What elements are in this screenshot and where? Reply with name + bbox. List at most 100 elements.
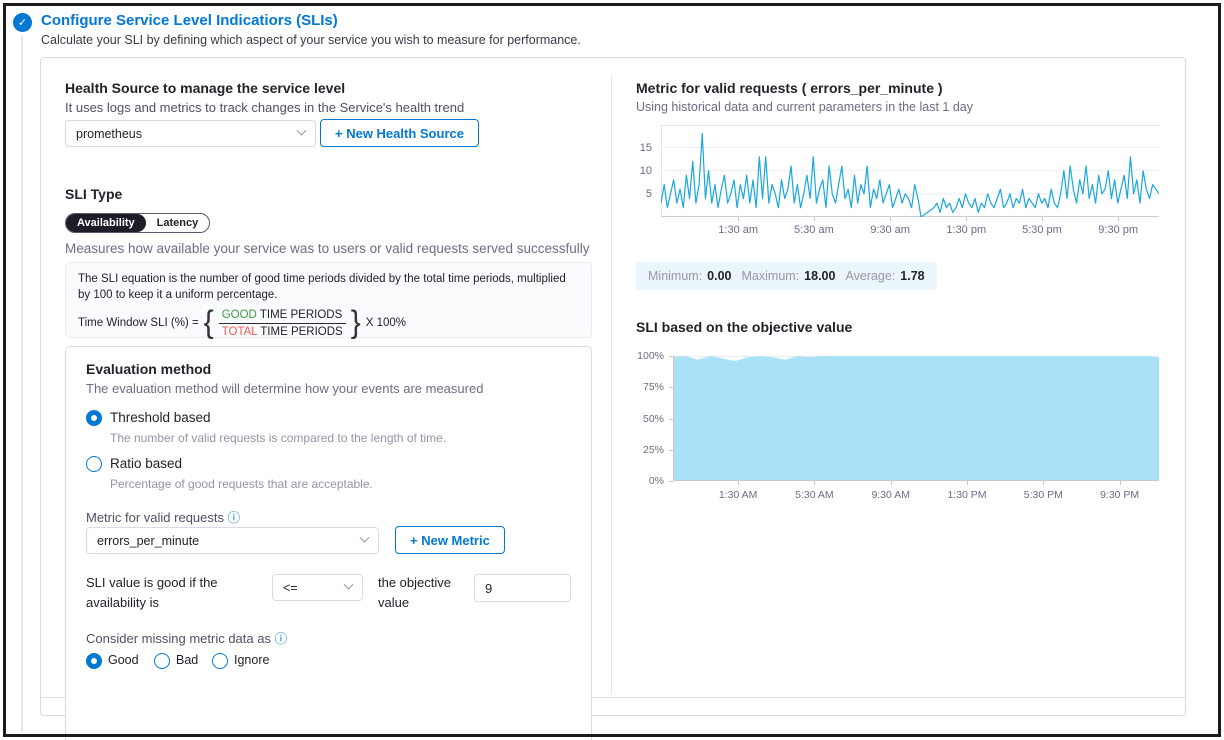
- average-label: Average:: [845, 269, 895, 283]
- metric-valid-requests-label: Metric for valid requests ⓘ: [86, 507, 240, 526]
- health-source-description: It uses logs and metrics to track change…: [65, 100, 464, 115]
- x-axis-tick-label: 5:30 am: [779, 224, 849, 236]
- equation-numerator: GOOD TIME PERIODS: [219, 309, 346, 324]
- sli-configuration-page: ✓ Configure Service Level Indicatiors (S…: [0, 0, 1224, 740]
- page-title: Configure Service Level Indicatiors (SLI…: [41, 12, 338, 29]
- missing-bad-label[interactable]: Bad: [176, 653, 198, 667]
- equation-fraction: GOOD TIME PERIODS TOTAL TIME PERIODS: [219, 309, 346, 338]
- x-axis-tick: [1043, 481, 1044, 485]
- minimum-label: Minimum:: [648, 269, 702, 283]
- x-axis-tick: [1042, 217, 1043, 221]
- metric-line-chart: 510151:30 am5:30 am9:30 am1:30 pm5:30 pm…: [626, 125, 1161, 237]
- objective-value-input[interactable]: [474, 574, 571, 602]
- sli-equation-formula: Time Window SLI (%) = { GOOD TIME PERIOD…: [78, 308, 579, 338]
- x-axis-tick-label: 1:30 PM: [932, 489, 1002, 501]
- maximum-value: 18.00: [804, 269, 835, 283]
- sli-type-option-latency[interactable]: Latency: [146, 214, 210, 232]
- maximum-label: Maximum:: [742, 269, 800, 283]
- average-value: 1.78: [900, 269, 924, 283]
- missing-bad-radio[interactable]: [154, 653, 170, 669]
- y-axis-tick: [669, 356, 673, 357]
- x-axis-tick: [891, 481, 892, 485]
- y-axis-tick-label: 25%: [626, 444, 664, 456]
- ratio-based-radio[interactable]: [86, 456, 102, 472]
- equation-denominator: TOTAL TIME PERIODS: [219, 324, 346, 338]
- column-divider: [611, 76, 612, 694]
- equation-rhs: X 100%: [366, 317, 406, 329]
- step-complete-check-icon: ✓: [13, 13, 32, 32]
- sli-equation-text: The SLI equation is the number of good t…: [78, 271, 579, 303]
- close-brace: }: [351, 307, 361, 339]
- denominator-rest: TIME PERIODS: [260, 326, 342, 338]
- x-axis-tick: [814, 481, 815, 485]
- metric-label-text: Metric for valid requests: [86, 510, 224, 525]
- x-axis-tick: [1118, 217, 1119, 221]
- info-icon[interactable]: ⓘ: [228, 511, 241, 525]
- x-axis-tick: [738, 217, 739, 221]
- sli-type-toggle: Availability Latency: [65, 213, 210, 233]
- chevron-down-icon: [360, 533, 370, 543]
- missing-data-text: Consider missing metric data as: [86, 631, 271, 646]
- sli-area-chart: 100%75%50%25%0%1:30 AM5:30 AM9:30 AM1:30…: [626, 348, 1161, 503]
- chevron-down-icon: [297, 126, 307, 136]
- missing-ignore-label[interactable]: Ignore: [234, 653, 269, 667]
- new-metric-button[interactable]: + New Metric: [395, 526, 505, 554]
- missing-data-label: Consider missing metric data as ⓘ: [86, 628, 287, 647]
- good-time-periods: GOOD: [222, 309, 257, 321]
- threshold-based-label[interactable]: Threshold based: [110, 410, 211, 425]
- x-axis-tick-label: 9:30 PM: [1085, 489, 1155, 501]
- x-axis-tick-label: 9:30 am: [855, 224, 925, 236]
- metric-chart-heading: Metric for valid requests ( errors_per_m…: [636, 80, 943, 96]
- x-axis-tick-label: 5:30 PM: [1008, 489, 1078, 501]
- info-icon[interactable]: ⓘ: [275, 632, 288, 646]
- operator-dropdown[interactable]: <=: [272, 574, 363, 601]
- missing-good-radio[interactable]: [86, 653, 102, 669]
- y-axis-tick-label: 0%: [626, 475, 664, 487]
- metric-dropdown-value: errors_per_minute: [97, 534, 199, 548]
- sli-plot-area: [673, 356, 1159, 481]
- metric-chart-subtitle: Using historical data and current parame…: [636, 100, 973, 114]
- sli-good-prefix: SLI value is good if the availability is: [86, 573, 268, 613]
- equation-lhs: Time Window SLI (%) =: [78, 317, 199, 329]
- y-axis-tick-label: 15: [626, 142, 652, 154]
- missing-good-label[interactable]: Good: [108, 653, 139, 667]
- evaluation-description: The evaluation method will determine how…: [86, 381, 483, 396]
- minimum-value: 0.00: [707, 269, 731, 283]
- new-health-source-button[interactable]: + New Health Source: [320, 119, 479, 147]
- open-brace: {: [204, 307, 214, 339]
- ratio-based-label[interactable]: Ratio based: [110, 456, 182, 471]
- x-axis-tick: [890, 217, 891, 221]
- y-axis-tick: [669, 419, 673, 420]
- sli-type-heading: SLI Type: [65, 186, 122, 202]
- x-axis-tick: [1120, 481, 1121, 485]
- y-axis-tick-label: 100%: [626, 350, 664, 362]
- x-axis-tick-label: 1:30 AM: [703, 489, 773, 501]
- ratio-based-description: Percentage of good requests that are acc…: [110, 477, 373, 491]
- health-source-value: prometheus: [76, 127, 142, 141]
- y-axis-tick: [669, 450, 673, 451]
- missing-ignore-radio[interactable]: [212, 653, 228, 669]
- metric-dropdown[interactable]: errors_per_minute: [86, 527, 379, 554]
- x-axis-tick-label: 5:30 pm: [1007, 224, 1077, 236]
- wizard-step-line: [21, 36, 23, 732]
- y-axis-tick: [669, 387, 673, 388]
- evaluation-heading: Evaluation method: [86, 361, 211, 377]
- x-axis-tick: [967, 481, 968, 485]
- metric-plot-area: [661, 125, 1159, 217]
- sli-type-description: Measures how available your service was …: [65, 241, 589, 256]
- y-axis-tick-label: 50%: [626, 413, 664, 425]
- threshold-based-description: The number of valid requests is compared…: [110, 431, 446, 445]
- health-source-dropdown[interactable]: prometheus: [65, 120, 316, 147]
- numerator-rest: TIME PERIODS: [260, 309, 342, 321]
- sli-config-card: Health Source to manage the service leve…: [40, 57, 1186, 716]
- x-axis-tick: [738, 481, 739, 485]
- sli-type-option-availability[interactable]: Availability: [66, 214, 146, 232]
- threshold-based-radio[interactable]: [86, 410, 102, 426]
- y-axis-tick-label: 75%: [626, 381, 664, 393]
- total-time-periods: TOTAL: [222, 326, 258, 338]
- x-axis-tick-label: 5:30 AM: [779, 489, 849, 501]
- operator-value: <=: [283, 581, 298, 595]
- sli-equation-box: The SLI equation is the number of good t…: [65, 262, 592, 338]
- sli-chart-heading: SLI based on the objective value: [636, 319, 852, 335]
- metric-stats-badge: Minimum: 0.00 Maximum: 18.00 Average: 1.…: [636, 262, 937, 290]
